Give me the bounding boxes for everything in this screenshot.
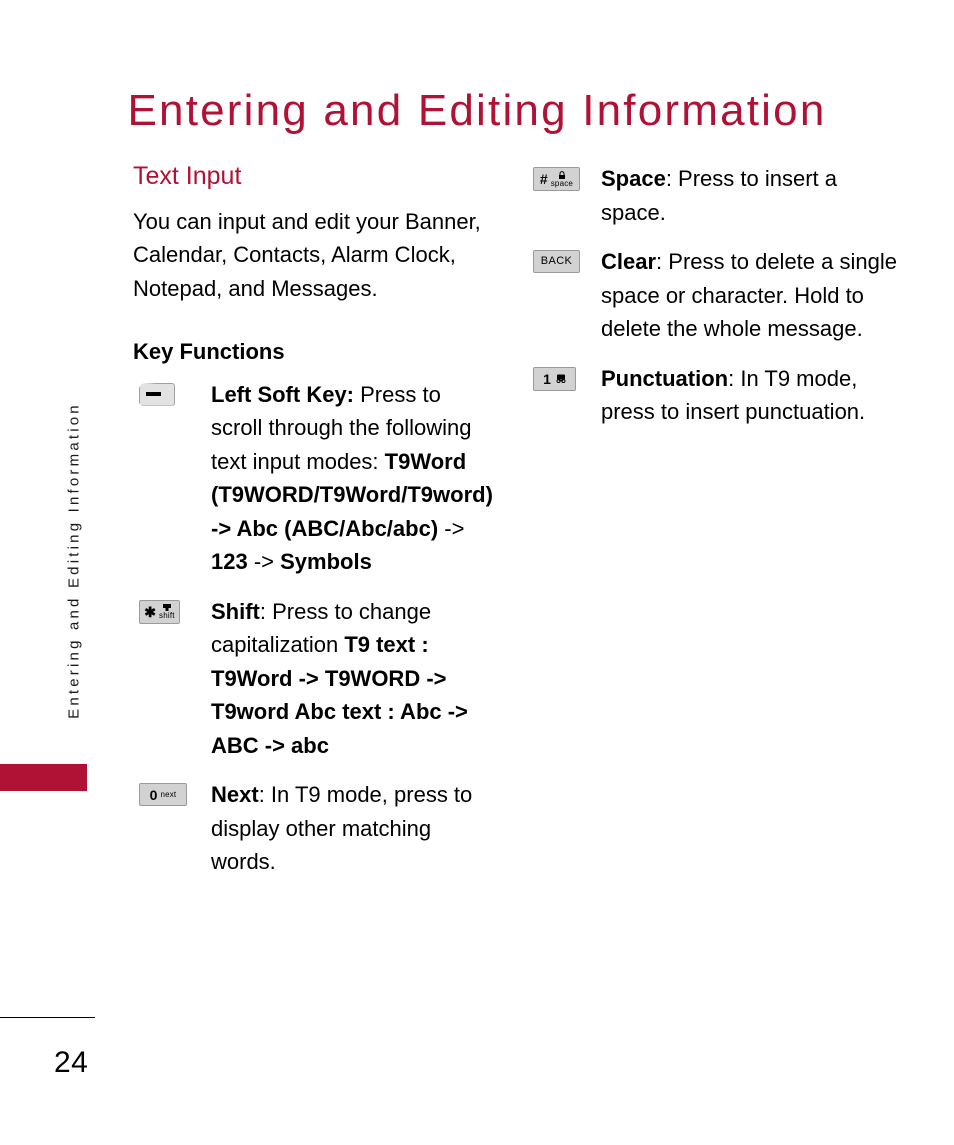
hash-glyph: #: [539, 171, 548, 187]
key-entry-title: Next: [211, 782, 259, 808]
key-icon-slot: 1: [533, 362, 601, 391]
key-icon-slot: # space: [533, 162, 601, 191]
back-label: BACK: [540, 255, 573, 267]
shift-label: shift: [159, 610, 175, 620]
sub-heading-key-functions: Key Functions: [133, 339, 285, 365]
key-entry-description: Punctuation: In T9 mode, press to insert…: [601, 362, 905, 429]
key-entry-description: Next: In T9 mode, press to display other…: [211, 778, 493, 879]
space-stack: space: [550, 170, 574, 188]
key-entry-next: 0 next Next: In T9 mode, press to displa…: [133, 778, 493, 879]
key-entry-title: Space: [601, 166, 666, 191]
right-column: # space Space: Press to insert a space. …: [533, 162, 905, 445]
shift-stack: shift: [159, 603, 175, 620]
key-entry-punctuation: 1 Punctuation: In T9 mode, press to inse…: [533, 362, 905, 429]
key-icon-slot: BACK: [533, 245, 601, 273]
next-label: next: [160, 789, 177, 799]
key-entry-title: Shift: [211, 598, 260, 624]
key-icon-slot: 0 next: [133, 778, 211, 807]
space-label: space: [550, 178, 574, 188]
key-entry-body-bold-2: 123: [211, 549, 248, 575]
key-icon-slot: [133, 378, 211, 406]
key-entry-body-bold-3: Symbols: [280, 549, 372, 575]
key-entry-description: Clear: Press to delete a single space or…: [601, 245, 905, 346]
voicemail-icon: [556, 374, 566, 383]
one-glyph: 1: [543, 370, 551, 387]
one-punctuation-key-icon: 1: [533, 366, 576, 391]
zero-next-key-icon: 0 next: [139, 783, 187, 807]
key-entry-title: Left Soft Key:: [211, 381, 354, 407]
zero-glyph: 0: [149, 786, 158, 803]
key-entry-description: Space: Press to insert a space.: [601, 162, 905, 229]
star-shift-key-icon: ✱ shift: [139, 599, 180, 624]
page-title: Entering and Editing Information: [127, 86, 827, 136]
intro-paragraph: You can input and edit your Banner, Cale…: [133, 208, 481, 301]
key-entry-title: Punctuation: [601, 365, 729, 391]
key-entry-clear: BACK Clear: Press to delete a single spa…: [533, 245, 905, 346]
key-entry-body-3: ->: [247, 549, 281, 575]
key-icon-slot: ✱ shift: [133, 595, 211, 624]
section-heading-text-input: Text Input: [133, 162, 242, 190]
left-soft-key-icon: [139, 382, 175, 406]
chapter-tab-color-block: [0, 764, 87, 791]
shift-arrow-icon: [162, 603, 171, 611]
key-entry-body-2: ->: [438, 515, 465, 541]
page-number: 24: [54, 1046, 89, 1079]
star-glyph: ✱: [144, 603, 157, 620]
soft-key-dash-icon: [146, 392, 161, 397]
key-entry-shift: ✱ shift Shift: Press to change capitaliz…: [133, 595, 493, 763]
back-key-icon: BACK: [533, 250, 580, 273]
key-entry-space: # space Space: Press to insert a space.: [533, 162, 905, 229]
key-entry-description: Left Soft Key: Press to scroll through t…: [211, 378, 493, 579]
left-column: Text Input You can input and edit your B…: [133, 162, 493, 895]
hash-space-key-icon: # space: [533, 167, 580, 191]
footer-divider: [0, 1017, 95, 1018]
key-entry-title: Clear: [601, 249, 657, 274]
vertical-chapter-tab-label: Entering and Editing Information: [65, 402, 83, 719]
key-entry-description: Shift: Press to change capitalization T9…: [211, 595, 493, 763]
key-entry-left-soft-key: Left Soft Key: Press to scroll through t…: [133, 378, 493, 579]
lock-icon: [558, 170, 565, 179]
